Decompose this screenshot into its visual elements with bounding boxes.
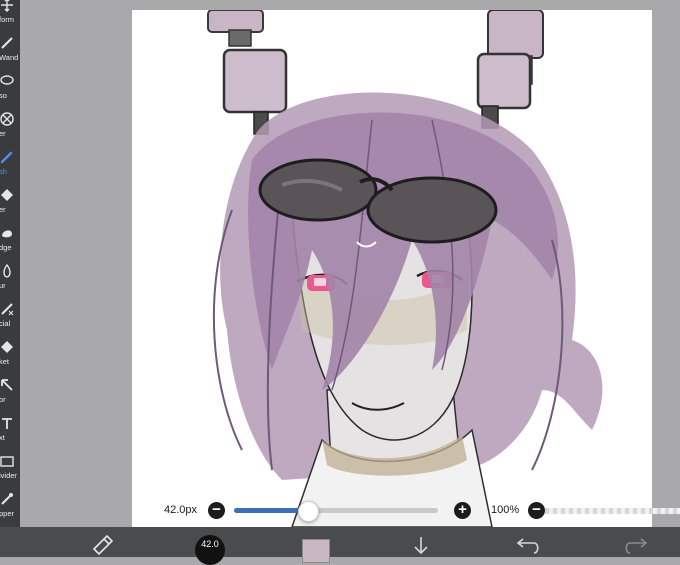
drawing-canvas[interactable] (132, 10, 652, 527)
brush-size-increase-button[interactable]: + (454, 502, 471, 519)
tool-selector[interactable]: or (0, 374, 20, 414)
tool-eyedropper[interactable]: pper (0, 488, 20, 527)
arrow-down-icon (414, 537, 428, 555)
character-illustration (207, 10, 603, 527)
tool-eraser[interactable]: er (0, 184, 20, 224)
brush-opacity-value: 100% (491, 504, 520, 516)
brush-size-indicator[interactable]: 42.0 (194, 527, 228, 565)
frame-divider-icon (0, 452, 20, 470)
undo-button[interactable] (514, 527, 542, 557)
magic-wand-icon (0, 34, 20, 52)
filter-icon (0, 110, 20, 128)
brush-size-slider[interactable] (234, 501, 438, 522)
tool-transform[interactable]: form (0, 0, 20, 34)
tool-label: ivider (0, 471, 17, 480)
tool-label: form (0, 15, 14, 24)
smudge-icon (0, 224, 20, 242)
brush-opacity-decrease-button[interactable]: − (528, 502, 545, 519)
quick-eraser-button[interactable] (86, 527, 116, 557)
bucket-icon (0, 338, 20, 356)
tool-lasso[interactable]: so (0, 70, 20, 110)
tool-label: or (0, 395, 6, 404)
tool-bucket[interactable]: ket (0, 336, 20, 376)
redo-button[interactable] (622, 527, 650, 557)
current-color-swatch (302, 539, 330, 563)
tool-magic-wand[interactable]: Wand (0, 32, 20, 72)
tool-label: pper (0, 509, 15, 518)
brush-size-decrease-button[interactable]: − (208, 502, 225, 519)
brush-size-dot: 42.0 (195, 535, 225, 565)
tool-smudge[interactable]: dge (0, 222, 20, 262)
tool-filter[interactable]: er (0, 108, 20, 148)
quick-eraser-icon (92, 534, 114, 556)
tool-frame-divider[interactable]: ivider (0, 450, 20, 490)
tool-text[interactable]: xt (0, 412, 20, 452)
blur-icon (0, 262, 20, 280)
left-antenna (207, 10, 288, 135)
eyedropper-icon (0, 490, 20, 508)
tool-label: ket (0, 357, 10, 366)
tool-label: ur (0, 281, 6, 290)
right-antenna (476, 10, 544, 129)
tool-label: so (0, 91, 7, 100)
tool-palette: form Wand so er sh er dge ur cial ket or xt ivider pp… (0, 0, 20, 527)
tool-label: xt (0, 433, 5, 442)
brush-icon (0, 148, 20, 166)
tool-label: sh (0, 167, 7, 176)
brush-size-slider-fill (234, 508, 308, 513)
transform-icon (0, 0, 20, 14)
tool-label: er (0, 129, 6, 138)
color-swatch-button[interactable] (302, 527, 330, 563)
lasso-icon (0, 72, 20, 90)
brush-opacity-slider[interactable] (545, 508, 680, 514)
tool-blur[interactable]: ur (0, 260, 20, 300)
redo-icon (625, 538, 648, 554)
tool-label: er (0, 205, 6, 214)
brush-size-dot-label: 42.0 (201, 539, 219, 549)
tool-special[interactable]: cial (0, 298, 20, 338)
tool-label: cial (0, 319, 11, 328)
tool-label: dge (0, 243, 12, 252)
brush-size-value: 42.0px (164, 504, 198, 516)
tool-brush[interactable]: sh (0, 146, 20, 186)
text-icon (0, 414, 20, 432)
eraser-icon (0, 186, 20, 204)
tool-label: Wand (0, 53, 19, 62)
bottom-action-bar: 42.0 (0, 527, 680, 565)
undo-icon (516, 538, 539, 554)
special-icon (0, 300, 20, 318)
selector-icon (0, 376, 20, 394)
layer-down-button[interactable] (408, 527, 434, 557)
